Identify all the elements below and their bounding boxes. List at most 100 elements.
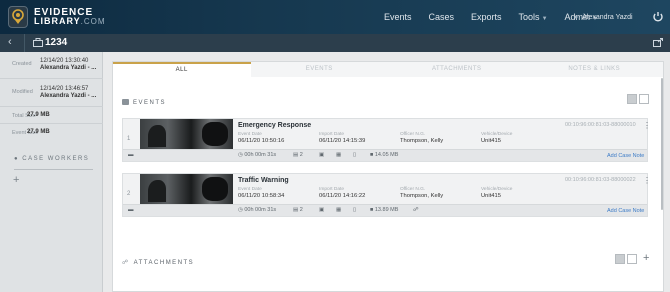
case-content-panel: ALL EVENTS ATTACHMENTS NOTES & LINKS EVE… [112, 61, 664, 292]
map-icon[interactable]: ▦ [336, 207, 341, 213]
event-title[interactable]: Traffic Warning [238, 177, 289, 184]
event-title[interactable]: Emergency Response [238, 122, 311, 129]
paperclip-icon: ☍ [122, 260, 130, 266]
divider [24, 34, 25, 52]
vehicle-icon: ▬ [128, 152, 134, 158]
total-size-row: Total Size 27.9 MB [0, 107, 103, 124]
grid-view-icon[interactable] [639, 94, 649, 104]
file-size: ■ 14.05 MB [370, 152, 399, 158]
officer-label: Officer N.G. [400, 187, 426, 192]
event-thumbnail[interactable] [140, 119, 233, 149]
created-date: 12/14/20 13:30:40 [40, 58, 89, 64]
back-arrow-icon[interactable]: ‹ [8, 36, 12, 48]
nav-cases[interactable]: Cases [429, 12, 455, 22]
list-view-icon[interactable] [627, 94, 637, 104]
total-size-value: 27.9 MB [27, 112, 50, 118]
main-content: ALL EVENTS ATTACHMENTS NOTES & LINKS EVE… [104, 52, 670, 292]
camera-icon: ▤ [293, 207, 299, 213]
user-icon: ● [574, 13, 579, 21]
duration: ◷ 00h 00m 31s [238, 152, 277, 158]
logo-badge-icon [8, 6, 28, 28]
paperclip-icon: ☍ [413, 207, 419, 213]
created-by: Alexandra Yazdi - ... [40, 65, 97, 71]
more-options-icon[interactable]: ⋮ [643, 121, 651, 130]
attachments-section-title: ☍ ATTACHMENTS [122, 260, 195, 266]
tab-all[interactable]: ALL [113, 62, 251, 77]
case-info-sidebar: Created 12/14/20 13:30:40 Alexandra Yazd… [0, 52, 103, 292]
divider [14, 169, 93, 170]
case-workers-title: ● CASE WORKERS [14, 156, 90, 162]
camera-count: ▤ 2 [293, 152, 303, 158]
scrollbar[interactable] [661, 78, 663, 210]
modified-label: Modified [12, 89, 33, 95]
sign-out-icon[interactable] [652, 11, 664, 23]
vehicle-value: Unit415 [481, 193, 501, 199]
list-view-icon[interactable] [615, 254, 625, 264]
tab-events[interactable]: EVENTS [250, 62, 388, 77]
events-section-title: EVENTS [122, 99, 166, 106]
trash-icon[interactable]: ▯ [353, 152, 356, 158]
more-options-icon[interactable]: ⋮ [643, 176, 651, 185]
folder-icon: ■ [370, 207, 374, 213]
clock-icon: ◷ [238, 207, 243, 213]
case-title: 1234 [45, 37, 68, 48]
add-case-note-link[interactable]: Add Case Note [607, 208, 644, 214]
share-icon[interactable] [653, 38, 663, 49]
officer-label: Officer N.G. [400, 132, 426, 137]
nav-events[interactable]: Events [384, 12, 412, 22]
import-date-value: 06/11/20 14:15:39 [319, 138, 366, 144]
tab-attachments[interactable]: ATTACHMENTS [388, 62, 526, 77]
event-footer: ▬ ◷ 00h 00m 31s ▤ 2 ▣ ▦ ▯ ■ 13.89 MB ☍ A… [123, 204, 647, 216]
case-title-bar: ‹ 1234 [0, 34, 670, 52]
modified-date: 12/14/20 13:46:57 [40, 86, 89, 92]
vehicle-label: Vehicle/Device [481, 132, 513, 137]
grid-view-icon[interactable] [627, 254, 637, 264]
event-size-value: 27.9 MB [27, 129, 50, 135]
lock-icon[interactable]: ▣ [319, 152, 324, 158]
event-id: 00:10:96:00:81:03-88000010 [565, 122, 636, 128]
user-menu[interactable]: ● Alexandra Yazdi [574, 0, 633, 34]
event-row[interactable]: 1 Emergency Response 00:10:96:00:81:03-8… [122, 118, 651, 162]
officer-value: Thompson, Kelly [400, 193, 444, 199]
event-footer: ▬ ◷ 00h 00m 31s ▤ 2 ▣ ▦ ▯ ■ 14.05 MB Add… [123, 149, 647, 161]
lock-icon[interactable]: ▣ [319, 207, 324, 213]
video-icon [122, 99, 129, 105]
logo-line-2: LIBRARY.COM [34, 16, 106, 27]
event-id: 00:10:96:00:81:03-88000022 [565, 177, 636, 183]
camera-icon: ▤ [293, 152, 299, 158]
file-size: ■ 13.89 MB [370, 207, 399, 213]
vehicle-label: Vehicle/Device [481, 187, 513, 192]
modified-by: Alexandra Yazdi - ... [40, 93, 97, 99]
event-row[interactable]: 2 Traffic Warning 00:10:96:00:81:03-8800… [122, 173, 651, 217]
folder-icon: ■ [370, 152, 374, 158]
trash-icon[interactable]: ▯ [353, 207, 356, 213]
user-icon: ● [14, 156, 20, 162]
add-case-worker-button[interactable]: + [13, 174, 19, 186]
evidence-library-logo[interactable]: EVIDENCE LIBRARY.COM [8, 6, 106, 28]
add-case-note-link[interactable]: Add Case Note [607, 153, 644, 159]
duration: ◷ 00h 00m 31s [238, 207, 277, 213]
event-index: 2 [127, 191, 131, 197]
import-date-label: Import Date [319, 132, 345, 137]
tab-notes-links[interactable]: NOTES & LINKS [525, 62, 663, 77]
modified-row: Modified 12/14/20 13:46:57 Alexandra Yaz… [0, 79, 103, 107]
event-date-value: 06/11/20 10:58:34 [238, 193, 285, 199]
briefcase-icon [33, 38, 43, 49]
map-icon[interactable]: ▦ [336, 152, 341, 158]
import-date-label: Import Date [319, 187, 345, 192]
clock-icon: ◷ [238, 152, 243, 158]
event-date-label: Event Date [238, 132, 262, 137]
add-attachment-button[interactable]: + [643, 252, 649, 264]
camera-count: ▤ 2 [293, 207, 303, 213]
event-thumbnail[interactable] [140, 174, 233, 204]
event-date-value: 06/11/20 10:50:16 [238, 138, 285, 144]
vehicle-value: Unit415 [481, 138, 501, 144]
nav-tools[interactable]: Tools ▼ [519, 12, 548, 22]
vehicle-icon: ▬ [128, 207, 134, 213]
event-date-label: Event Date [238, 187, 262, 192]
chevron-down-icon: ▼ [541, 16, 548, 22]
nav-exports[interactable]: Exports [471, 12, 502, 22]
created-label: Created [12, 61, 32, 67]
user-name: Alexandra Yazdi [582, 13, 633, 21]
created-row: Created 12/14/20 13:30:40 Alexandra Yazd… [0, 52, 103, 79]
